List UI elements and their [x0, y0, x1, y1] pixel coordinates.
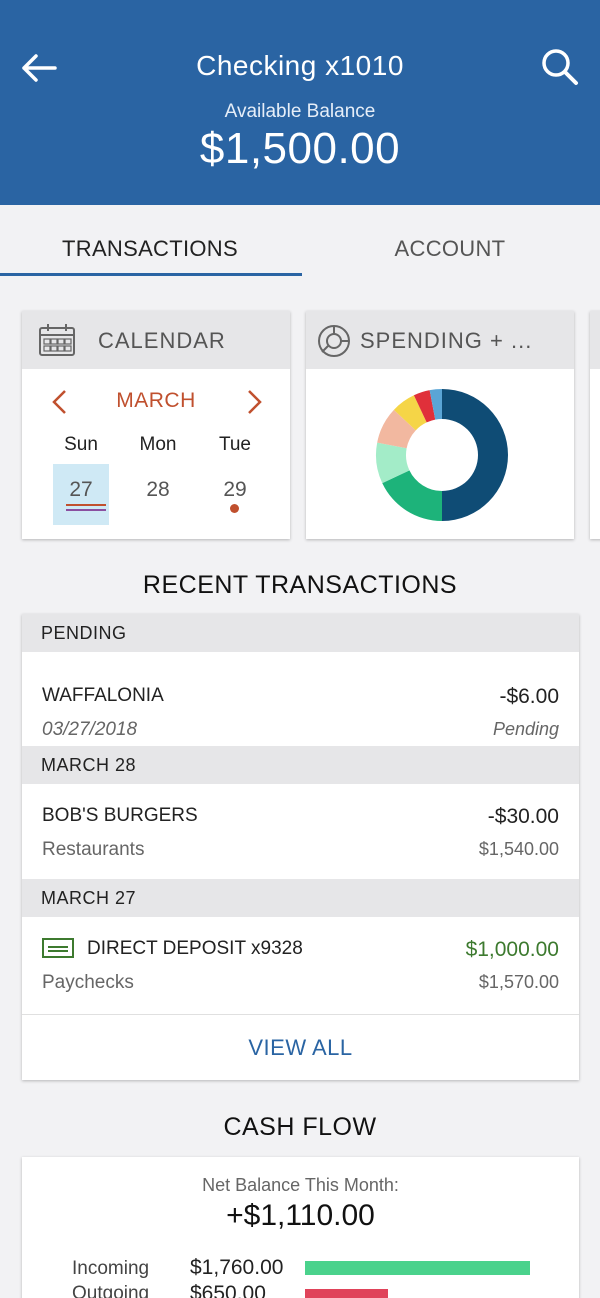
search-button[interactable]	[540, 46, 580, 86]
spending-card-title: SPENDING + ...	[360, 328, 533, 353]
transactions-card: PENDING WAFFALONIA 03/27/2018 -$6.00 Pen…	[22, 614, 579, 1080]
group-header-march-27: MARCH 27	[22, 879, 579, 917]
next-card-peek[interactable]	[590, 311, 600, 539]
net-balance-value: +$1,110.00	[226, 1199, 375, 1232]
spending-card-header: SPENDING + ...	[306, 311, 574, 369]
event-underline-2	[66, 509, 106, 511]
incoming-label: Incoming	[72, 1258, 150, 1279]
day-27[interactable]: 27	[53, 478, 109, 502]
transaction-status: Pending	[492, 719, 559, 739]
transaction-category: Restaurants	[42, 839, 145, 860]
transaction-amount: $1,000.00	[465, 938, 559, 961]
search-icon	[542, 49, 578, 85]
outgoing-value: $650.00	[190, 1282, 266, 1298]
month-selector: MARCH	[22, 389, 290, 419]
pie-chart-icon	[318, 325, 350, 357]
transaction-row[interactable]: DIRECT DEPOSIT x9328 Paychecks $1,000.00…	[22, 917, 579, 1014]
cash-flow-title: CASH FLOW	[223, 1113, 377, 1141]
calendar-card-header: CALENDAR	[22, 311, 290, 369]
check-deposit-icon	[42, 938, 74, 958]
calendar-icon	[39, 324, 75, 356]
net-balance-label: Net Balance This Month:	[202, 1175, 399, 1195]
calendar-card[interactable]: CALENDAR MARCH Sun Mon Tue 27 28 29	[22, 311, 290, 539]
next-card-header	[590, 311, 600, 369]
transaction-amount: -$30.00	[487, 805, 559, 828]
tab-account[interactable]: ACCOUNT	[300, 205, 600, 277]
balance-label: Available Balance	[224, 101, 376, 122]
transaction-row[interactable]: WAFFALONIA 03/27/2018 -$6.00 Pending	[22, 652, 579, 746]
running-balance: $1,570.00	[478, 972, 559, 992]
event-underline	[66, 504, 106, 506]
app-header: Checking x1010 Available Balance $1,500.…	[0, 0, 600, 205]
chevron-right-icon[interactable]	[244, 389, 264, 415]
transaction-name: WAFFALONIA	[42, 685, 164, 706]
view-all-button[interactable]: VIEW ALL	[22, 1014, 579, 1080]
active-tab-indicator	[0, 273, 302, 276]
spending-card[interactable]: SPENDING + ...	[306, 311, 574, 539]
outgoing-bar	[305, 1289, 389, 1298]
incoming-value: $1,760.00	[190, 1256, 284, 1279]
day-29[interactable]: 29	[207, 478, 263, 502]
tab-transactions[interactable]: TRANSACTIONS	[0, 205, 300, 277]
transaction-name: BOB'S BURGERS	[42, 805, 198, 826]
donut-slice-0	[442, 389, 508, 521]
group-header-march-28: MARCH 28	[22, 746, 579, 784]
balance-value: $1,500.00	[199, 124, 401, 173]
outgoing-label: Outgoing	[72, 1283, 150, 1298]
tab-bar: TRANSACTIONS ACCOUNT	[0, 205, 600, 277]
day-28[interactable]: 28	[130, 478, 186, 502]
day-header-mon: Mon	[139, 434, 177, 455]
day-header-sun: Sun	[64, 434, 98, 455]
event-dot	[230, 504, 239, 513]
incoming-bar	[305, 1261, 530, 1275]
transaction-name: DIRECT DEPOSIT x9328	[87, 938, 303, 959]
transaction-category: Paychecks	[42, 972, 134, 993]
transaction-amount: -$6.00	[499, 685, 559, 708]
recent-transactions-title: RECENT TRANSACTIONS	[142, 571, 458, 599]
spending-donut-chart	[376, 389, 508, 521]
transaction-row[interactable]: BOB'S BURGERS Restaurants -$30.00 $1,540…	[22, 784, 579, 879]
running-balance: $1,540.00	[478, 839, 559, 859]
day-header-tue: Tue	[218, 434, 252, 455]
group-header-pending: PENDING	[22, 614, 579, 652]
cash-flow-card[interactable]: Net Balance This Month: +$1,110.00 Incom…	[22, 1157, 579, 1298]
account-title: Checking x1010	[196, 50, 404, 81]
transaction-date: 03/27/2018	[42, 719, 138, 740]
calendar-card-title: CALENDAR	[98, 328, 226, 353]
